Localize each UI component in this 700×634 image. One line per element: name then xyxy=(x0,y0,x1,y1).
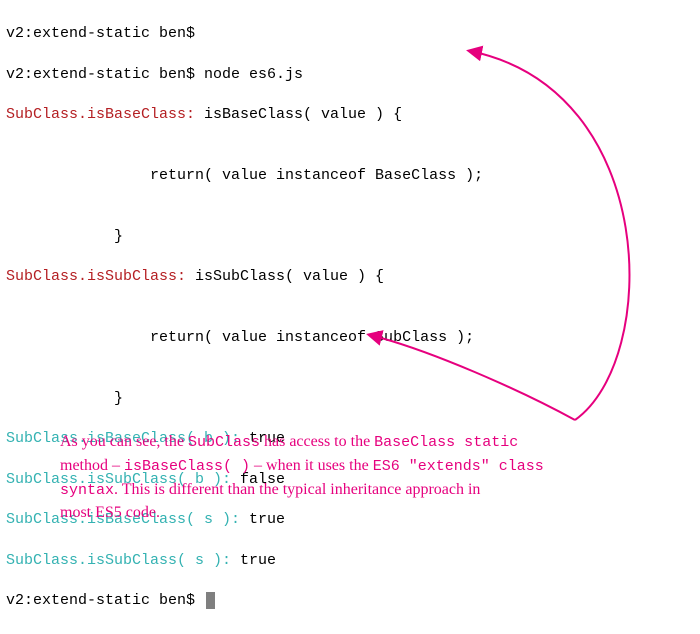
output-label: SubClass.isSubClass: xyxy=(6,268,186,285)
annotation-keyword: SubClass xyxy=(188,434,260,451)
annotation-keyword: isBaseClass( ) xyxy=(124,458,250,475)
output-code: } xyxy=(6,390,123,407)
output-label: SubClass.isBaseClass: xyxy=(6,106,195,123)
annotation-keyword: ES6 "extends" class xyxy=(373,458,544,475)
output-code: } xyxy=(6,228,123,245)
annotation-segment: – when it uses the xyxy=(250,457,373,474)
cursor-icon xyxy=(206,592,215,609)
annotation-segment: most ES5 code. xyxy=(60,504,160,521)
annotation-text: As you can see, the SubClass has access … xyxy=(60,430,640,524)
output-result: true xyxy=(231,552,276,569)
annotation-segment: As you can see, the xyxy=(60,433,188,450)
annotation-keyword: syntax xyxy=(60,482,114,499)
output-call: SubClass.isSubClass( s ): xyxy=(6,552,231,569)
output-code: isSubClass( value ) { xyxy=(186,268,384,285)
output-code: return( value instanceof SubClass ); xyxy=(6,329,474,346)
shell-prompt: v2:extend-static ben$ xyxy=(6,25,204,42)
annotation-segment: method – xyxy=(60,457,124,474)
output-code: isBaseClass( value ) { xyxy=(195,106,402,123)
annotation-keyword: BaseClass static xyxy=(374,434,518,451)
terminal-output: v2:extend-static ben$ v2:extend-static b… xyxy=(0,0,700,634)
output-code: return( value instanceof BaseClass ); xyxy=(6,167,483,184)
annotation-segment: has access to the xyxy=(260,433,374,450)
shell-prompt: v2:extend-static ben$ xyxy=(6,592,204,609)
annotation-segment: . This is different than the typical inh… xyxy=(114,481,480,498)
shell-command: node es6.js xyxy=(204,66,303,83)
shell-prompt: v2:extend-static ben$ xyxy=(6,66,204,83)
